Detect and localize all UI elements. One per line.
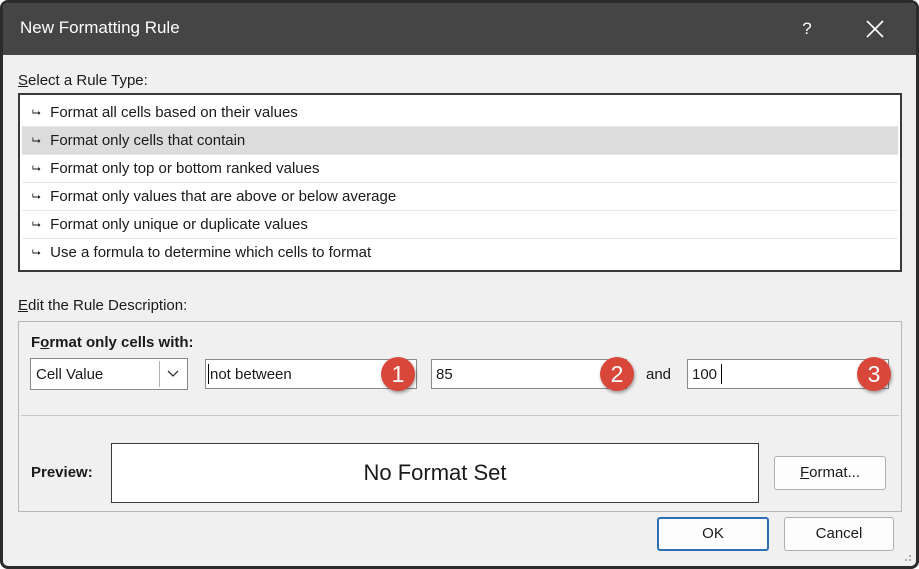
chevron-down-icon — [167, 370, 179, 377]
value2-text: 100 — [692, 366, 718, 383]
rule-description-label: Edit the Rule Description: — [18, 297, 188, 314]
cell-value-dropdown-button[interactable] — [159, 361, 185, 387]
arrow-right-icon: ⮡ — [32, 163, 41, 175]
title-bar: New Formatting Rule ? — [3, 3, 916, 55]
cell-value-select[interactable]: Cell Value — [30, 358, 188, 390]
close-button[interactable] — [851, 11, 899, 47]
close-icon — [866, 20, 884, 38]
format-only-cells-heading: Format only cells with: — [31, 334, 194, 351]
step-badge-2: 2 — [600, 357, 634, 391]
arrow-right-icon: ⮡ — [32, 135, 41, 147]
dialog-title: New Formatting Rule — [20, 18, 180, 37]
arrow-right-icon: ⮡ — [32, 219, 41, 231]
rule-type-item-selected[interactable]: ⮡ Format only cells that contain — [22, 127, 898, 155]
text-cursor — [208, 364, 209, 384]
format-button[interactable]: Format... — [774, 456, 886, 490]
ok-button[interactable]: OK — [657, 517, 769, 551]
preview-label: Preview: — [31, 464, 93, 481]
rule-description-panel: Format only cells with: Cell Value not b… — [18, 321, 902, 512]
cancel-button[interactable]: Cancel — [784, 517, 894, 551]
rule-type-item[interactable]: ⮡ Format only top or bottom ranked value… — [22, 155, 898, 183]
new-formatting-rule-dialog: New Formatting Rule ? Select a Rule Type… — [0, 0, 919, 569]
rule-type-item[interactable]: ⮡ Format only unique or duplicate values — [22, 211, 898, 239]
arrow-right-icon: ⮡ — [32, 191, 41, 203]
preview-text: No Format Set — [363, 460, 507, 485]
divider — [21, 415, 899, 416]
step-badge-3: 3 — [857, 357, 891, 391]
rule-type-item[interactable]: ⮡ Use a formula to determine which cells… — [22, 239, 898, 267]
operator-value: not between — [210, 366, 292, 383]
text-cursor — [721, 364, 722, 384]
arrow-right-icon: ⮡ — [32, 107, 41, 119]
rule-type-list[interactable]: ⮡ Format all cells based on their values… — [18, 93, 902, 272]
cell-value-select-value: Cell Value — [36, 366, 104, 383]
rule-type-label: Select a Rule Type: — [18, 72, 148, 89]
rule-type-item[interactable]: ⮡ Format only values that are above or b… — [22, 183, 898, 211]
help-button[interactable]: ? — [785, 11, 829, 47]
preview-box: No Format Set — [111, 443, 759, 503]
rule-type-item[interactable]: ⮡ Format all cells based on their values — [22, 99, 898, 127]
value1-text: 85 — [436, 366, 453, 383]
value1-input[interactable]: 85 — [431, 359, 627, 389]
resize-grip-icon[interactable] — [900, 550, 912, 562]
step-badge-1: 1 — [381, 357, 415, 391]
help-icon: ? — [802, 19, 812, 38]
arrow-right-icon: ⮡ — [32, 247, 41, 259]
and-label: and — [646, 366, 672, 383]
